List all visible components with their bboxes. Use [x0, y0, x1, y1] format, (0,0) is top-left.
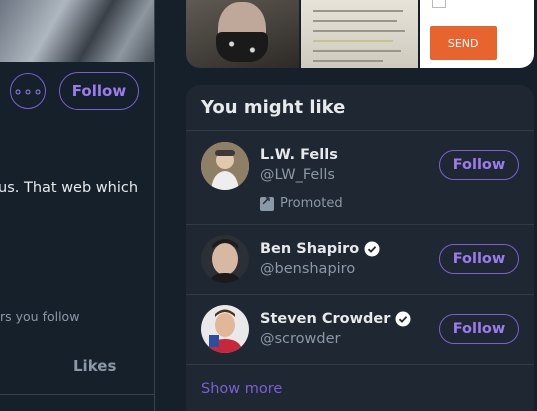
user-handle: @benshapiro — [260, 261, 356, 277]
media-strip: SEND — [186, 0, 534, 68]
who-to-follow-card: You might like L.W. Fells @LW_Fells Prom… — [186, 85, 534, 411]
verified-badge-icon — [364, 241, 380, 257]
user-name[interactable]: Ben Shapiro — [260, 241, 380, 257]
avatar-image — [201, 235, 249, 283]
more-icon: ∘∘∘ — [12, 81, 44, 101]
follow-button[interactable]: Follow — [439, 150, 519, 180]
avatar[interactable] — [201, 142, 249, 190]
bandana-mask — [216, 32, 268, 62]
card-title: You might like — [201, 97, 346, 118]
avatar-image — [201, 305, 249, 353]
suggestion-row[interactable]: Steven Crowder @scrowder Follow — [186, 294, 534, 365]
user-name[interactable]: L.W. Fells — [260, 147, 338, 163]
profile-bio-text: us. That web which — [0, 180, 139, 196]
promoted-label: Promoted — [260, 194, 343, 211]
avatar[interactable] — [201, 305, 249, 353]
doc-line — [313, 20, 398, 22]
followers-you-follow-text[interactable]: rs you follow — [0, 309, 79, 324]
promoted-icon — [260, 194, 274, 211]
avatar-image — [201, 142, 249, 190]
doc-line — [313, 60, 384, 62]
media-photo-document[interactable] — [301, 0, 418, 68]
checkbox-icon — [431, 0, 446, 8]
user-handle: @scrowder — [260, 331, 341, 347]
doc-line-highlight — [313, 40, 394, 42]
media-photo-masked-person[interactable] — [186, 0, 300, 68]
follow-button[interactable]: Follow — [439, 244, 519, 274]
tab-divider — [0, 394, 154, 395]
profile-banner-image — [0, 0, 154, 62]
tab-likes[interactable]: Likes — [73, 357, 116, 375]
doc-line — [313, 50, 402, 52]
profile-follow-button[interactable]: Follow — [59, 72, 139, 110]
follow-button[interactable]: Follow — [439, 314, 519, 344]
verified-badge-icon — [395, 311, 411, 327]
avatar[interactable] — [201, 235, 249, 283]
profile-column: ∘∘∘ Follow us. That web which rs you fol… — [0, 0, 155, 411]
user-handle: @LW_Fells — [260, 167, 335, 183]
user-name[interactable]: Steven Crowder — [260, 311, 411, 327]
send-button-image: SEND — [429, 26, 497, 60]
suggestion-row[interactable]: L.W. Fells @LW_Fells Promoted Follow — [186, 130, 534, 225]
show-more-link[interactable]: Show more — [201, 381, 282, 397]
doc-line — [313, 30, 406, 32]
more-options-button[interactable]: ∘∘∘ — [10, 73, 46, 109]
media-photo-form[interactable]: SEND — [419, 0, 534, 68]
suggestion-row[interactable]: Ben Shapiro @benshapiro Follow — [186, 224, 534, 295]
doc-line — [313, 10, 404, 12]
